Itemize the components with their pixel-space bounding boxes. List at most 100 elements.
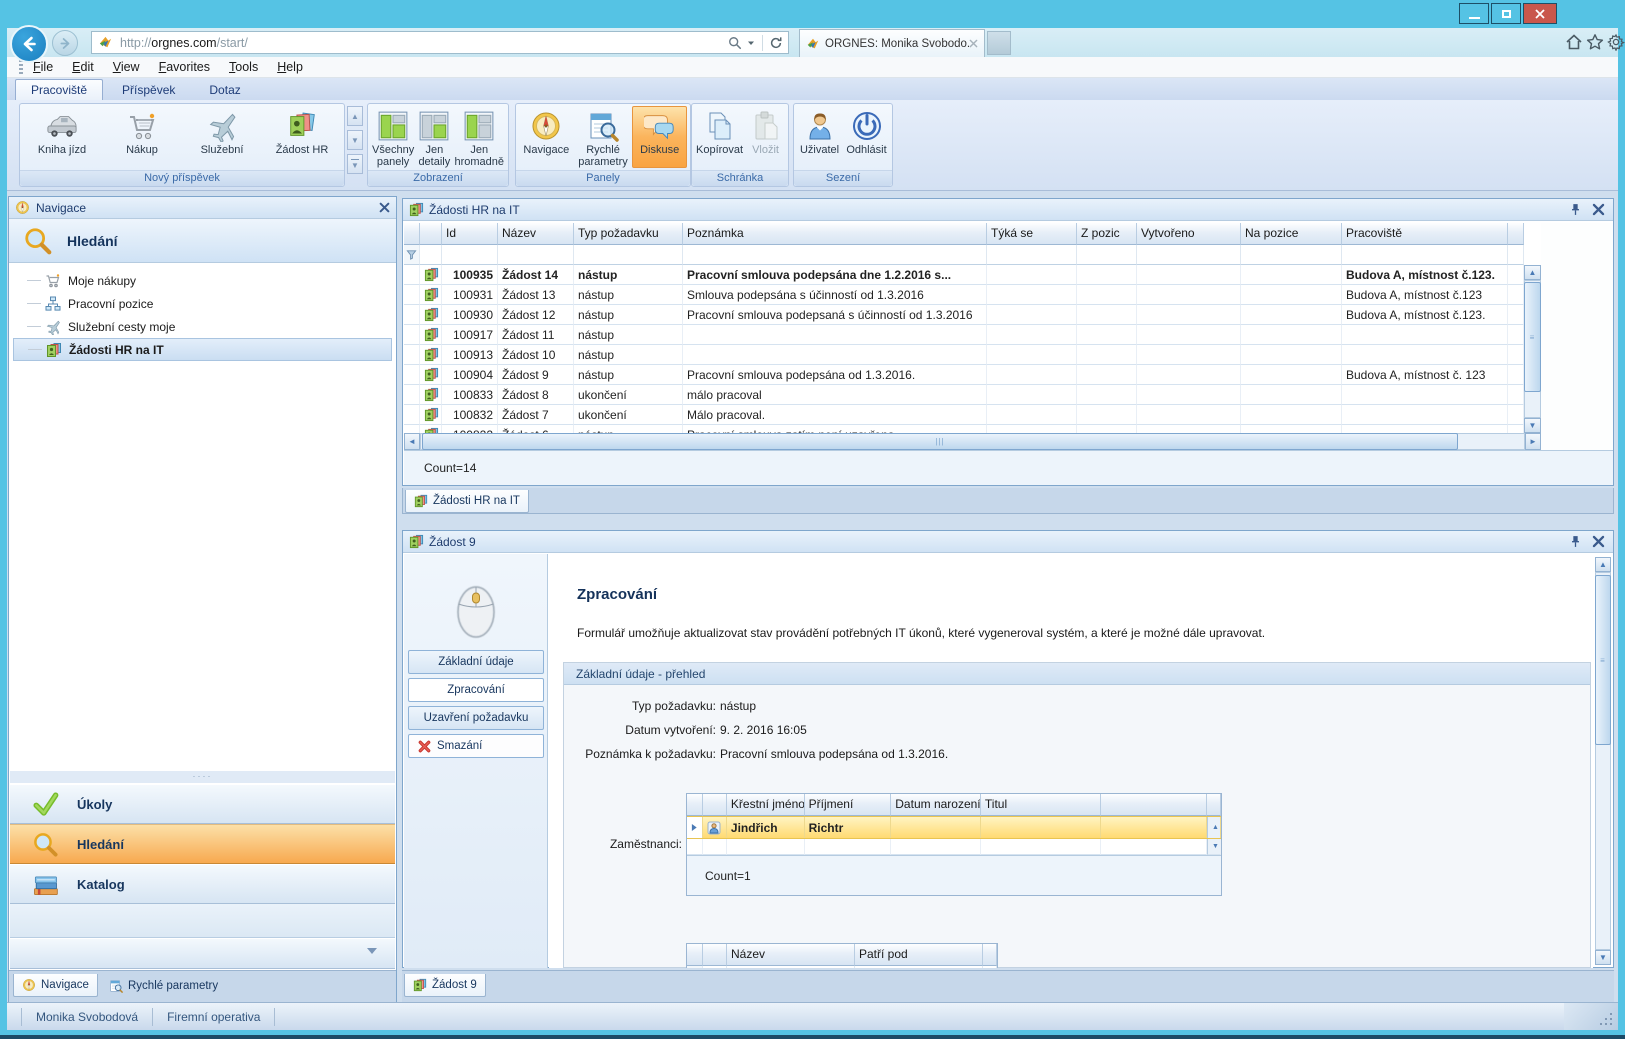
back-button[interactable]	[10, 25, 48, 63]
tree-item-žádosti-hr-na-it[interactable]: Žádosti HR na IT	[13, 338, 392, 361]
filter-cell[interactable]	[983, 966, 997, 968]
new-tab-button[interactable]	[987, 31, 1011, 55]
request-row[interactable]: 100931Žádost 13nástupSmlouva podepsána s…	[404, 285, 1524, 305]
resize-grip[interactable]	[1564, 1003, 1618, 1030]
filter-cell[interactable]	[574, 245, 683, 265]
request-row[interactable]: 100833Žádost 8ukončenímálo pracoval	[404, 385, 1524, 405]
nav-button-hledání[interactable]: Hledání	[10, 824, 395, 864]
detail-tab-uzavření-požadavku[interactable]: Uzavření požadavku	[408, 706, 544, 730]
filter-cell[interactable]	[1508, 245, 1524, 265]
filter-cell[interactable]	[987, 245, 1077, 265]
tab-requests[interactable]: Žádosti HR na IT	[405, 490, 529, 513]
filter-cell[interactable]	[420, 245, 442, 265]
browser-tab[interactable]: ORGNES: Monika Svobodo...	[799, 29, 985, 57]
tab-close-icon[interactable]	[969, 39, 978, 48]
filter-cell[interactable]	[1342, 245, 1508, 265]
vscroll-thumb[interactable]: ≡	[1595, 575, 1611, 745]
nav-button-úkoly[interactable]: Úkoly	[10, 784, 395, 824]
close-icon[interactable]	[1592, 535, 1605, 548]
menu-item-tools[interactable]: Tools	[229, 60, 258, 74]
filter-cell[interactable]	[498, 245, 574, 265]
request-row[interactable]: 100822Žádost 6nástupPracovní smlouva zat…	[404, 425, 1524, 433]
ribbon-button-služební[interactable]: Služební	[183, 106, 261, 168]
tree-item-služební-cesty-moje[interactable]: Služební cesty moje	[13, 315, 392, 338]
column-header-4[interactable]: Týká se	[987, 223, 1077, 245]
hscroll-thumb[interactable]: |||	[422, 433, 1458, 450]
panel-splitter[interactable]: ····	[10, 771, 395, 783]
scroll-up-icon[interactable]: ▲	[1524, 265, 1541, 280]
column-header-3[interactable]: Poznámka	[683, 223, 987, 245]
menu-item-favorites[interactable]: Favorites	[159, 60, 210, 74]
detail-tab-zpracování[interactable]: Zpracování	[408, 678, 544, 702]
ribbon-button-rychlé-parametry[interactable]: Rychlé parametry	[576, 106, 631, 168]
close-icon[interactable]	[1592, 203, 1605, 216]
detail-tab-smazání[interactable]: Smazání	[408, 734, 544, 758]
column-header-2[interactable]: Typ požadavku	[574, 223, 683, 245]
request-row[interactable]: 100832Žádost 7ukončeníMálo pracoval.	[404, 405, 1524, 425]
address-bar[interactable]: http://orgnes.com/start/	[91, 31, 789, 54]
refresh-icon[interactable]	[769, 36, 783, 50]
column-header-0[interactable]: Id	[442, 223, 498, 245]
ribbon-collapse-button[interactable]: ▼	[347, 154, 363, 174]
ribbon-tab-pracoviště[interactable]: Pracoviště	[15, 79, 103, 100]
emp-column-header[interactable]: Titul	[981, 794, 1102, 816]
request-row[interactable]: 100904Žádost 9nástupPracovní smlouva pod…	[404, 365, 1524, 385]
scroll-down-icon[interactable]: ▼	[1212, 843, 1219, 850]
column-header-7[interactable]: Na pozice	[1241, 223, 1342, 245]
filter-cell[interactable]	[687, 966, 703, 968]
ribbon-scroll-down-button[interactable]: ▼	[347, 130, 363, 150]
tab-detail[interactable]: Žádost 9	[404, 974, 486, 997]
close-button[interactable]	[1523, 3, 1557, 24]
menu-item-view[interactable]: View	[113, 60, 140, 74]
ribbon-button-navigace[interactable]: Navigace	[519, 106, 574, 168]
pin-icon[interactable]	[1569, 203, 1582, 216]
forward-button[interactable]	[52, 30, 78, 56]
dropdown-caret-icon[interactable]	[747, 39, 755, 47]
ribbon-button-kniha-jízd[interactable]: Kniha jízd	[23, 106, 101, 168]
request-row[interactable]: 100930Žádost 12nástupPracovní smlouva po…	[404, 305, 1524, 325]
column-header-8[interactable]: Pracoviště	[1342, 223, 1508, 245]
star-icon[interactable]	[1586, 33, 1604, 51]
vscroll-thumb[interactable]: ≡	[1524, 282, 1541, 392]
menu-item-edit[interactable]: Edit	[72, 60, 94, 74]
ribbon-button-odhlásit[interactable]: Odhlásit	[844, 106, 889, 168]
ribbon-button-všechny-panely[interactable]: Všechny panely	[371, 106, 415, 168]
request-row[interactable]: 100917Žádost 11nástup	[404, 325, 1524, 345]
gear-icon[interactable]	[1607, 33, 1625, 51]
requests-hscrollbar[interactable]: ◄ ||| ►	[404, 433, 1541, 450]
detail-vscrollbar[interactable]: ▲ ≡ ▼	[1595, 557, 1611, 965]
scroll-down-icon[interactable]: ▼	[1524, 418, 1541, 433]
ribbon-button-jen-hromadně[interactable]: Jen hromadně	[453, 106, 505, 168]
scroll-left-icon[interactable]: ◄	[404, 433, 420, 450]
pin-icon[interactable]	[1569, 535, 1582, 548]
ribbon-button-nákup[interactable]: Nákup	[103, 106, 181, 168]
ribbon-button-žádost-hr[interactable]: Žádost HR	[263, 106, 341, 168]
scroll-up-icon[interactable]: ▲	[1212, 824, 1219, 831]
tree-item-pracovní-pozice[interactable]: Pracovní pozice	[13, 292, 392, 315]
pos-column-header[interactable]: Patří pod	[855, 944, 983, 966]
scroll-right-icon[interactable]: ►	[1525, 433, 1541, 450]
tree-item-moje-nákupy[interactable]: Moje nákupy	[13, 269, 392, 292]
bottom-tab-navigace[interactable]: Navigace	[13, 974, 98, 997]
minimize-button[interactable]	[1459, 3, 1489, 24]
ribbon-tab-příspěvek[interactable]: Příspěvek	[107, 80, 190, 100]
close-icon[interactable]	[379, 202, 390, 213]
pos-column-header[interactable]: Název	[727, 944, 855, 966]
menu-item-help[interactable]: Help	[277, 60, 303, 74]
filter-cell[interactable]	[683, 245, 987, 265]
employee-row[interactable]: JindřichRichtr▲	[687, 816, 1221, 839]
filter-cell[interactable]	[1137, 245, 1241, 265]
bottom-tab-rychlé-parametry[interactable]: Rychlé parametry	[109, 975, 218, 997]
request-row[interactable]: 100935Žádost 14nástupPracovní smlouva po…	[404, 265, 1524, 285]
column-header-6[interactable]: Vytvořeno	[1137, 223, 1241, 245]
filter-cell[interactable]	[1241, 245, 1342, 265]
column-header-1[interactable]: Název	[498, 223, 574, 245]
ribbon-scroll-up-button[interactable]: ▲	[347, 106, 363, 126]
filter-cell[interactable]	[404, 245, 420, 265]
ribbon-button-uživatel[interactable]: Uživatel	[797, 106, 842, 168]
menu-item-file[interactable]: File	[33, 60, 53, 74]
maximize-button[interactable]	[1491, 3, 1521, 24]
ribbon-button-diskuse[interactable]: Diskuse	[632, 106, 687, 168]
emp-column-header[interactable]: Datum narození	[891, 794, 981, 816]
nav-button-katalog[interactable]: Katalog	[10, 864, 395, 904]
